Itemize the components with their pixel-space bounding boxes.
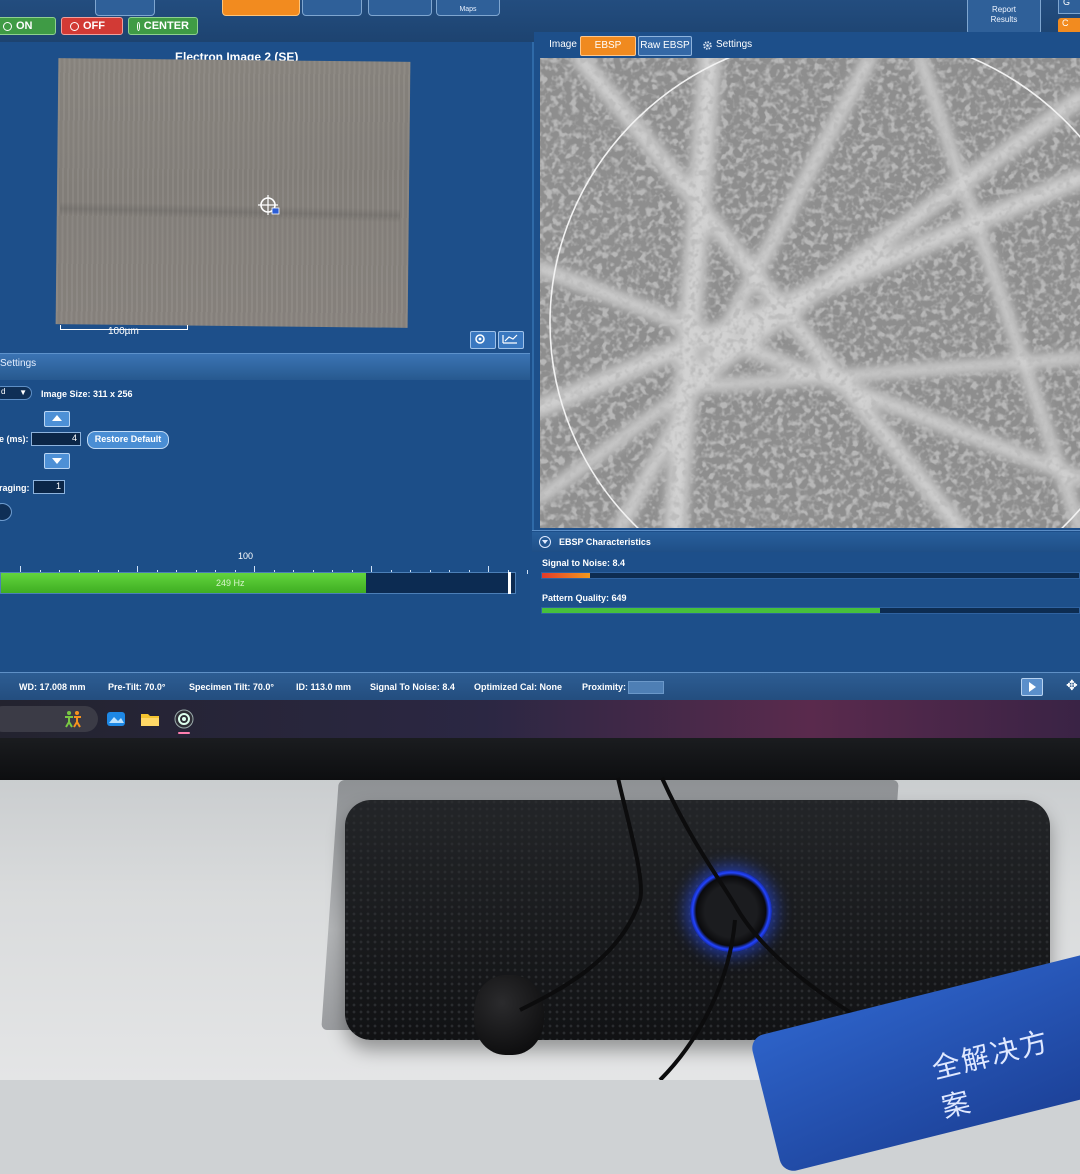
beam-on-button[interactable]: ON [0, 17, 56, 35]
restore-default-button[interactable]: Restore Default [87, 431, 169, 449]
tab-ebsp[interactable]: EBSP [580, 36, 636, 56]
proximity-indicator [628, 681, 664, 694]
scale-label: 100µm [108, 326, 139, 337]
report-results-button[interactable]: Report Results [967, 0, 1041, 35]
electron-image-view[interactable] [55, 58, 411, 328]
pattern-quality-fill [542, 608, 881, 613]
rate-max-marker [508, 572, 511, 594]
acquisition-rate-fill [1, 573, 366, 593]
arrow-up-icon [52, 415, 62, 421]
status-specimen-tilt: Specimen Tilt: 70.0° [189, 682, 274, 692]
speaker-volume-knob [690, 870, 772, 952]
image-size-label: Image Size: 311 x 256 [41, 389, 133, 399]
photos-app-icon[interactable] [106, 709, 126, 729]
nav-tab[interactable] [368, 0, 432, 16]
taskbar-search-box[interactable] [0, 706, 98, 732]
target-icon [137, 21, 140, 31]
averaging-label: raging: [0, 483, 30, 493]
settings-header[interactable] [0, 353, 530, 380]
ebsp-pattern-view[interactable] [540, 58, 1080, 528]
status-optimized-cal: Optimized Cal: None [474, 682, 563, 692]
power-icon [3, 21, 12, 31]
pattern-quality-bar [541, 607, 1080, 614]
power-icon [70, 21, 79, 31]
active-app-indicator [178, 732, 190, 734]
acquisition-rate-label: 249 Hz [216, 578, 245, 588]
center-button[interactable]: CENTER [128, 17, 198, 35]
gear-icon [475, 334, 485, 344]
settings-body [0, 380, 530, 670]
signal-to-noise-bar [541, 572, 1080, 579]
edge-button[interactable]: G [1058, 0, 1080, 14]
tab-image[interactable]: Image [548, 36, 578, 54]
chevron-down-icon: ▼ [19, 388, 27, 397]
nav-tab-maps[interactable]: Maps [436, 0, 500, 16]
pattern-quality-label: Pattern Quality: 649 [542, 593, 627, 603]
collapse-icon[interactable] [539, 536, 551, 548]
scale-tick [527, 570, 528, 574]
status-proximity-label: Proximity: [582, 682, 627, 692]
windows-taskbar [0, 700, 1080, 738]
monitor-chin [0, 736, 1080, 780]
arrow-down-icon [52, 458, 62, 464]
mode-select[interactable]: d ▼ [0, 386, 32, 400]
accessibility-icon[interactable] [62, 709, 82, 729]
acquisition-rate-bar [0, 572, 516, 594]
dwell-increase-button[interactable] [44, 411, 70, 427]
screen: Maps Report Results G C ON OFF CENTER El… [0, 0, 1080, 738]
crosshair-icon[interactable] [258, 195, 280, 217]
tab-raw-ebsp[interactable]: Raw EBSP [638, 36, 692, 56]
camera-app-icon[interactable] [174, 709, 194, 729]
chart-icon [502, 334, 518, 344]
ebsp-characteristics-title: EBSP Characteristics [559, 537, 651, 547]
nav-tab[interactable] [302, 0, 362, 16]
folder-icon[interactable] [140, 709, 160, 729]
beam-off-button[interactable]: OFF [61, 17, 123, 35]
tick-label-100: 100 [238, 551, 254, 561]
nav-tab-active[interactable] [222, 0, 300, 16]
signal-to-noise-fill [542, 573, 591, 578]
play-icon [1029, 682, 1036, 692]
status-working-distance: WD: 17.008 mm [19, 682, 86, 692]
status-signal-to-noise: Signal To Noise: 8.4 [370, 682, 455, 692]
status-insertion-distance: ID: 113.0 mm [296, 682, 352, 692]
gear-icon [703, 40, 712, 50]
play-button[interactable] [1021, 678, 1043, 696]
status-pretilt: Pre-Tilt: 70.0° [108, 682, 166, 692]
dwell-decrease-button[interactable] [44, 453, 70, 469]
kikuchi-pattern [540, 58, 1080, 528]
dwell-time-input[interactable]: 4 [31, 432, 81, 446]
microphone-foam [474, 975, 544, 1055]
image-settings-button[interactable] [470, 331, 496, 349]
tab-settings[interactable]: Settings [702, 36, 762, 54]
move-icon[interactable]: ✥ [1066, 677, 1078, 694]
ebsp-tabs: Image EBSP Raw EBSP Settings [540, 36, 1080, 58]
nav-tab[interactable] [95, 0, 155, 16]
settings-title: Settings [0, 358, 37, 369]
averaging-input[interactable]: 1 [33, 480, 65, 494]
dwell-time-label: e (ms): [0, 434, 29, 444]
image-export-button[interactable] [498, 331, 524, 349]
signal-to-noise-label: Signal to Noise: 8.4 [542, 558, 626, 568]
